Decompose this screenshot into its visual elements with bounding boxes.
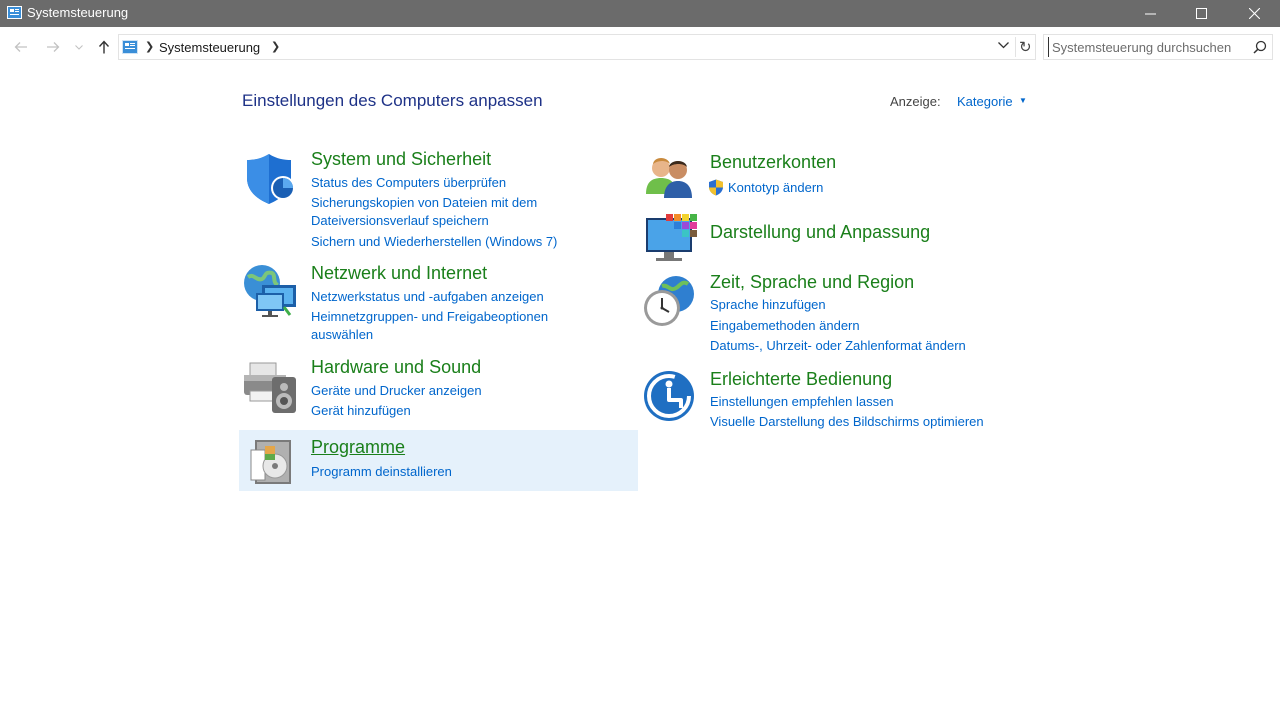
category-link[interactable]: Geräte und Drucker anzeigen (311, 382, 482, 400)
search-input[interactable] (1048, 37, 1244, 57)
category-link[interactable]: Dateiversionsverlauf speichern (311, 212, 489, 230)
arrow-up-icon (98, 40, 110, 54)
address-bar[interactable]: ❯ Systemsteuerung ❯ ↻ (118, 34, 1036, 60)
category-network-internet: Netzwerk und Internet Netzwerkstatus und… (238, 259, 638, 349)
up-button[interactable] (93, 37, 115, 57)
category-user-accounts: Benutzerkonten Kontotyp ändern (640, 148, 1040, 204)
programs-disc-icon[interactable] (249, 436, 297, 486)
page-title: Einstellungen des Computers anpassen (242, 91, 543, 110)
dropdown-arrow-icon[interactable]: ▼ (1019, 96, 1027, 105)
search-box[interactable] (1043, 34, 1273, 60)
shield-icon[interactable] (245, 152, 297, 206)
breadcrumb-separator-icon[interactable]: ❯ (271, 40, 280, 53)
refresh-icon[interactable]: ↻ (1019, 38, 1032, 56)
close-icon (1248, 8, 1260, 19)
chevron-down-icon (75, 44, 83, 50)
minimize-button[interactable] (1124, 0, 1176, 27)
category-link[interactable]: Netzwerkstatus und -aufgaben anzeigen (311, 288, 544, 306)
clock-globe-icon[interactable] (642, 274, 696, 330)
category-appearance: Darstellung und Anpassung (640, 208, 1040, 266)
control-panel-location-icon (122, 40, 138, 54)
category-link[interactable]: Datums-, Uhrzeit- oder Zahlenformat ände… (710, 337, 966, 355)
category-link[interactable]: auswählen (311, 326, 373, 344)
navigation-bar: ❯ Systemsteuerung ❯ ↻ (0, 27, 1280, 67)
forward-button[interactable] (42, 37, 64, 57)
category-link[interactable]: Einstellungen empfehlen lassen (710, 393, 894, 411)
chevron-down-icon[interactable] (998, 42, 1009, 49)
uac-shield-icon (709, 179, 723, 196)
category-hardware-sound: Hardware und Sound Geräte und Drucker an… (238, 353, 638, 425)
arrow-right-icon (47, 42, 60, 52)
minimize-icon (1144, 13, 1156, 15)
category-link[interactable]: Kontotyp ändern (728, 179, 823, 197)
maximize-button[interactable] (1175, 0, 1227, 27)
arrow-left-icon (14, 42, 27, 52)
category-title[interactable]: Erleichterte Bedienung (710, 369, 892, 390)
close-button[interactable] (1228, 0, 1280, 27)
back-button[interactable] (10, 37, 32, 57)
window-title: Systemsteuerung (27, 5, 129, 20)
title-bar: Systemsteuerung (0, 0, 1280, 27)
category-title[interactable]: Zeit, Sprache und Region (710, 272, 914, 293)
category-time-language-region: Zeit, Sprache und Region Sprache hinzufü… (640, 268, 1040, 360)
category-link[interactable]: Sprache hinzufügen (710, 296, 826, 314)
category-link[interactable]: Eingabemethoden ändern (710, 317, 860, 335)
category-ease-of-access: Erleichterte Bedienung Einstellungen emp… (640, 364, 1040, 436)
view-label: Anzeige: (890, 94, 941, 109)
breadcrumb-separator-icon[interactable]: ❯ (145, 40, 154, 53)
category-programs[interactable]: Programme Programm deinstallieren (239, 430, 638, 491)
category-title[interactable]: Benutzerkonten (710, 152, 836, 173)
category-title[interactable]: Programme (311, 437, 405, 458)
category-title[interactable]: Hardware und Sound (311, 357, 481, 378)
ease-of-access-icon[interactable] (643, 370, 695, 422)
divider (1015, 37, 1016, 57)
category-link[interactable]: Sichern und Wiederherstellen (Windows 7) (311, 233, 557, 251)
category-title[interactable]: Netzwerk und Internet (311, 263, 487, 284)
control-panel-icon (7, 6, 22, 19)
printer-speaker-icon[interactable] (242, 361, 300, 415)
users-icon[interactable] (644, 154, 696, 200)
category-link[interactable]: Gerät hinzufügen (311, 402, 411, 420)
category-title[interactable]: System und Sicherheit (311, 149, 491, 170)
category-link[interactable]: Sicherungskopien von Dateien mit dem (311, 194, 537, 212)
category-link[interactable]: Heimnetzgruppen- und Freigabeoptionen (311, 308, 548, 326)
recent-locations-button[interactable] (70, 37, 88, 57)
category-system-security: System und Sicherheit Status des Compute… (238, 145, 638, 255)
monitor-palette-icon[interactable] (644, 212, 698, 264)
maximize-icon (1195, 8, 1207, 19)
category-title[interactable]: Darstellung und Anpassung (710, 222, 930, 243)
category-link[interactable]: Status des Computers überprüfen (311, 174, 506, 192)
category-link[interactable]: Visuelle Darstellung des Bildschirms opt… (710, 413, 984, 431)
breadcrumb-systemsteuerung[interactable]: Systemsteuerung (159, 40, 260, 55)
view-mode-dropdown[interactable]: Kategorie (957, 94, 1013, 109)
network-globe-icon[interactable] (242, 263, 300, 319)
category-link[interactable]: Programm deinstallieren (311, 463, 452, 481)
search-icon[interactable] (1253, 40, 1267, 54)
